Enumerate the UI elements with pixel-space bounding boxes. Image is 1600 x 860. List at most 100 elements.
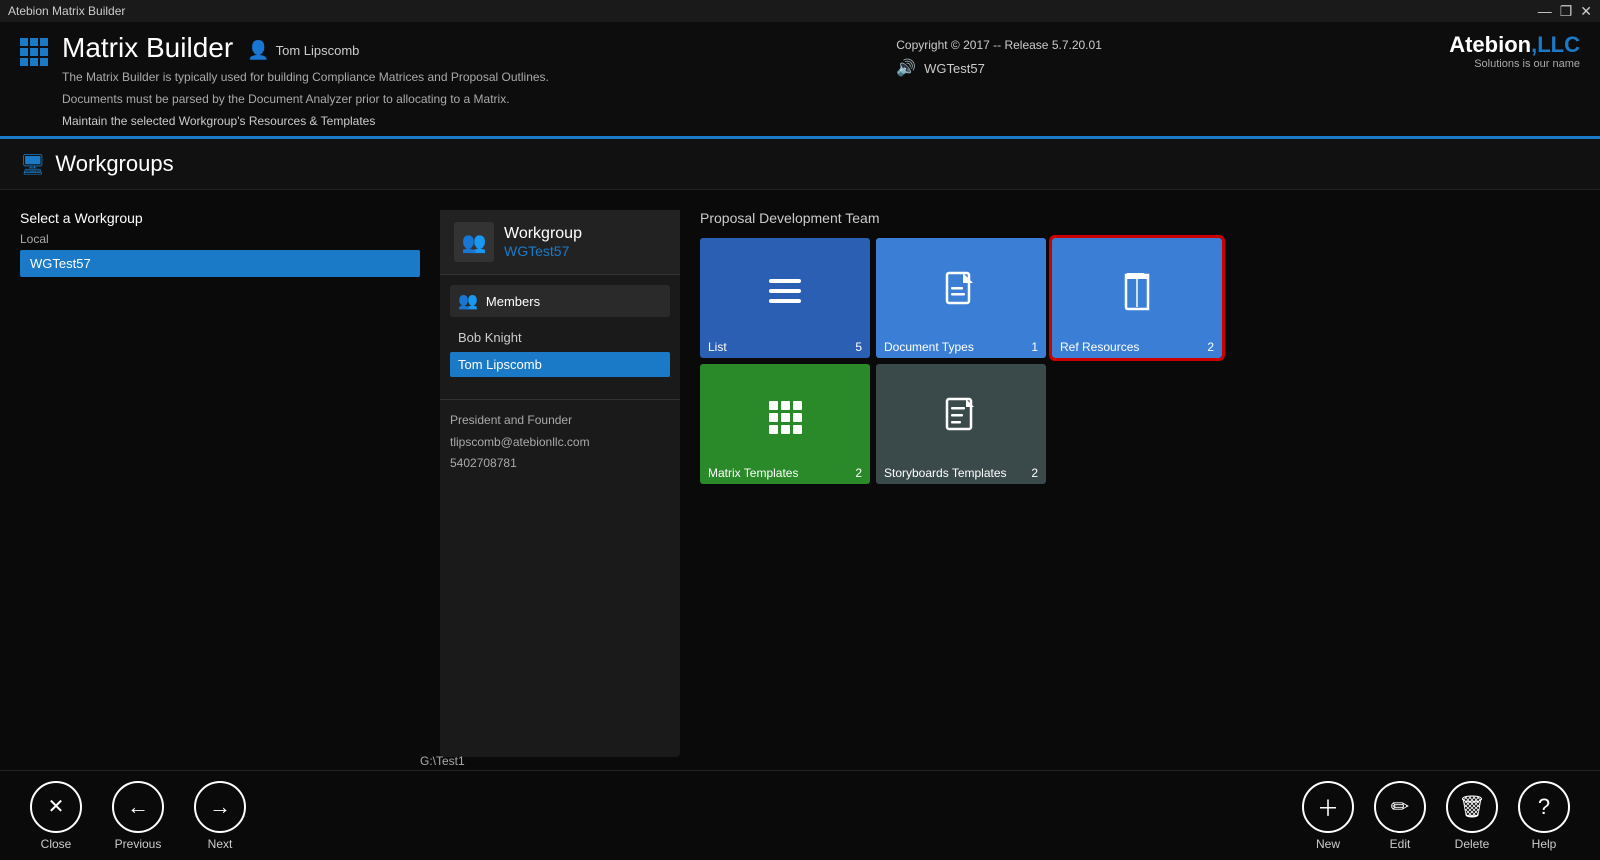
tile-storyboards-label: Storyboards Templates [884,466,1007,480]
next-circle: → [194,781,246,833]
tile-matrix-templates-count: 2 [855,466,862,480]
workgroup-header: 👥 Workgroup WGTest57 [440,210,680,275]
header-subtitle: Maintain the selected Workgroup's Resour… [62,114,549,128]
tile-matrix-templates-label: Matrix Templates [708,466,798,480]
workgroups-icon: 🖥 [20,152,45,177]
close-button[interactable]: ✕ Close [30,781,82,851]
tile-ref-resources[interactable]: Ref Resources 2 [1052,238,1222,358]
help-label: Help [1532,837,1557,851]
workgroup-panel: 👥 Workgroup WGTest57 👥 Members Bob Knigh… [440,210,680,757]
tile-list-bottom: List 5 [700,336,870,358]
next-button[interactable]: → Next [194,781,246,851]
header-desc2: Documents must be parsed by the Document… [62,90,549,108]
tile-list-label: List [708,340,727,354]
header-right: Atebion,LLC Solutions is our name [1449,32,1580,70]
book-icon [1118,271,1156,320]
tile-doc-types-bottom: Document Types 1 [876,336,1046,358]
minimize-button[interactable]: — [1538,3,1552,20]
list-icon [765,271,805,320]
edit-circle: ✏ [1374,781,1426,833]
help-button[interactable]: ? Help [1518,781,1570,851]
edit-label: Edit [1390,837,1411,851]
atebion-tagline: Solutions is our name [1449,58,1580,70]
footer-center-buttons: ＋ New ✏ Edit 🗑 Delete ? Help [1302,781,1570,851]
header-center: Copyright © 2017 -- Release 5.7.20.01 🔊 … [896,38,1102,78]
tiles-grid: List 5 Document Types 1 [700,238,1580,484]
maximize-button[interactable]: ❐ [1560,3,1573,20]
app-header: Matrix Builder 👤 Tom Lipscomb The Matrix… [0,22,1600,139]
tile-list-count: 5 [855,340,862,354]
tile-storyboards-count: 2 [1031,466,1038,480]
tile-matrix-templates[interactable]: Matrix Templates 2 [700,364,870,484]
copyright-text: Copyright © 2017 -- Release 5.7.20.01 [896,38,1102,52]
workgroup-title-label: Workgroup [504,225,582,243]
tile-ref-resources-label: Ref Resources [1060,340,1139,354]
header-left: Matrix Builder 👤 Tom Lipscomb The Matrix… [20,32,549,128]
delete-label: Delete [1455,837,1490,851]
logo-suffix: ,LLC [1531,32,1580,57]
grid-icon [20,38,48,66]
active-workgroup-name: WGTest57 [924,61,985,76]
delete-circle: 🗑 [1446,781,1498,833]
local-label: Local [20,232,420,246]
tile-storyboards-templates[interactable]: Storyboards Templates 2 [876,364,1046,484]
document-icon [943,271,979,320]
member-tom-lipscomb[interactable]: Tom Lipscomb [450,352,670,377]
workgroup-header-icon: 👥 [454,222,494,262]
workgroup-indicator: 🔊 WGTest57 [896,58,1102,78]
delete-button[interactable]: 🗑 Delete [1446,781,1498,851]
title-bar-app-title: Atebion Matrix Builder [8,4,125,18]
members-section: 👥 Members Bob Knight Tom Lipscomb [440,275,680,389]
section-header: 🖥 Workgroups [0,139,1600,190]
header-desc1: The Matrix Builder is typically used for… [62,68,549,86]
app-title: Matrix Builder [62,32,233,64]
member-detail-title: President and Founder [450,410,670,432]
tile-list[interactable]: List 5 [700,238,870,358]
file-text-icon [944,397,978,446]
tile-document-types[interactable]: Document Types 1 [876,238,1046,358]
tile-ref-resources-bottom: Ref Resources 2 [1052,336,1222,358]
user-name: Tom Lipscomb [276,43,360,58]
title-bar-left: Atebion Matrix Builder [8,4,125,18]
members-icon: 👥 [458,291,478,311]
next-label: Next [208,837,233,851]
left-panel: Select a Workgroup Local WGTest57 [20,210,420,757]
member-bob-knight[interactable]: Bob Knight [450,325,670,350]
member-detail-email: tlipscomb@atebionllc.com [450,432,670,454]
new-circle: ＋ [1302,781,1354,833]
previous-label: Previous [115,837,162,851]
close-window-button[interactable]: ✕ [1580,3,1592,20]
edit-button[interactable]: ✏ Edit [1374,781,1426,851]
speaker-icon: 🔊 [896,58,916,78]
help-circle: ? [1518,781,1570,833]
member-detail-phone: 5402708781 [450,453,670,475]
main-content: Select a Workgroup Local WGTest57 👥 Work… [0,190,1600,777]
workgroup-header-text: Workgroup WGTest57 [504,225,582,259]
previous-button[interactable]: ← Previous [112,781,164,851]
close-circle: ✕ [30,781,82,833]
new-label: New [1316,837,1340,851]
section-title: Workgroups [55,151,173,177]
atebion-logo: Atebion,LLC [1449,32,1580,58]
tile-ref-resources-count: 2 [1207,340,1214,354]
close-label: Close [41,837,72,851]
footer-path: G:\Test1 [420,754,465,768]
select-workgroup-label: Select a Workgroup [20,210,420,226]
proposal-label: Proposal Development Team [700,210,1580,226]
new-button[interactable]: ＋ New [1302,781,1354,851]
tile-doc-types-label: Document Types [884,340,974,354]
grid-tiles-icon [765,397,805,446]
right-panel: Proposal Development Team List 5 [700,210,1580,757]
header-title-block: Matrix Builder 👤 Tom Lipscomb The Matrix… [62,32,549,128]
tile-matrix-templates-bottom: Matrix Templates 2 [700,462,870,484]
title-bar: Atebion Matrix Builder — ❐ ✕ [0,0,1600,22]
workgroup-list-item[interactable]: WGTest57 [20,250,420,277]
member-details: President and Founder tlipscomb@atebionl… [440,399,680,485]
members-label: Members [486,294,540,309]
tile-doc-types-count: 1 [1031,340,1038,354]
previous-circle: ← [112,781,164,833]
workgroup-name-value: WGTest57 [504,243,582,259]
title-bar-controls[interactable]: — ❐ ✕ [1538,3,1592,20]
footer: ✕ Close ← Previous → Next ＋ New ✏ Edit 🗑… [0,770,1600,860]
members-header: 👥 Members [450,285,670,317]
